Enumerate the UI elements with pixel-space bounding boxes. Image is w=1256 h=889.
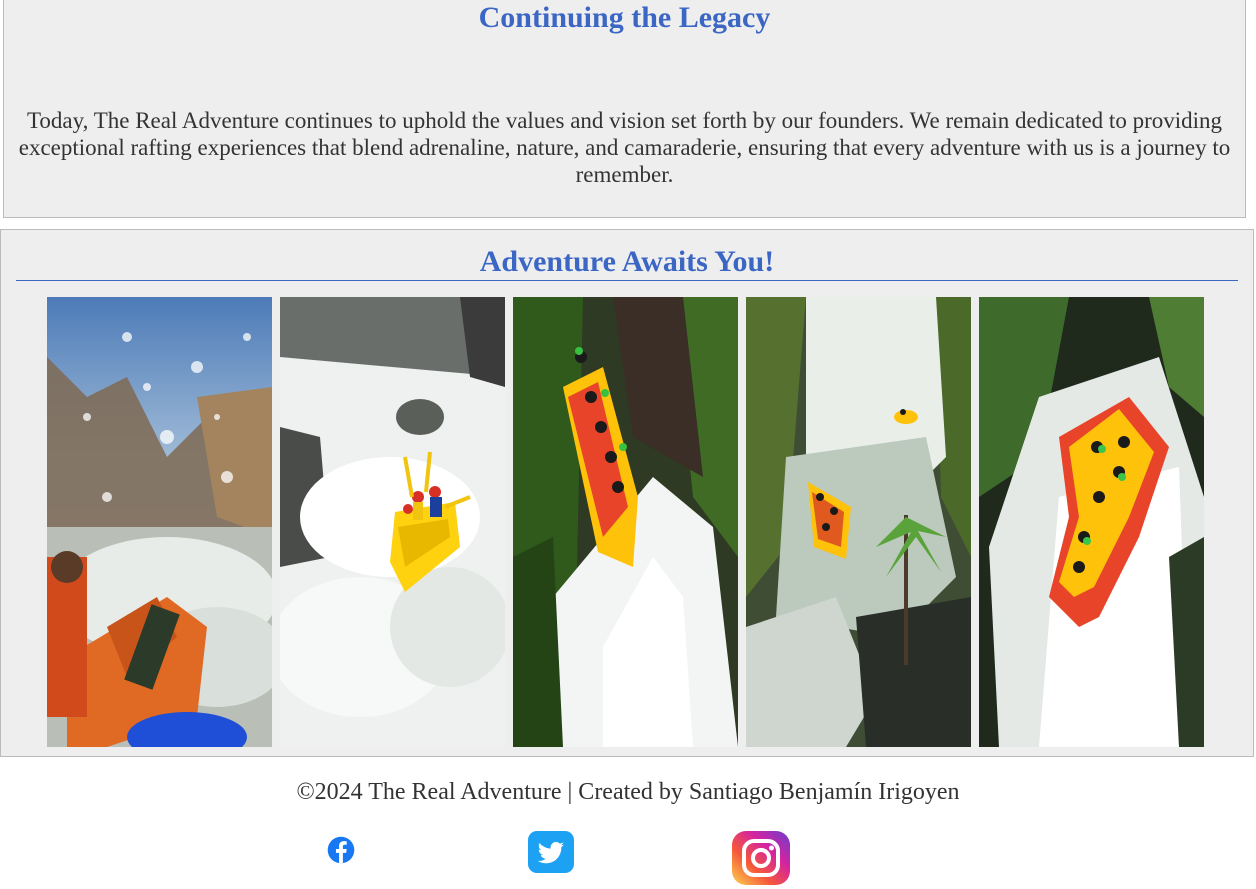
rafting-photo-waterfall-aerial[interactable] [746, 297, 971, 747]
rafting-photo-waterfall-plunge[interactable] [979, 297, 1204, 747]
legacy-text: Today, The Real Adventure continues to u… [18, 108, 1231, 187]
photo-waterfall-plunge-image [979, 297, 1204, 747]
facebook-icon[interactable] [322, 831, 360, 869]
photo-rapids-image [280, 297, 505, 747]
gallery-section: Adventure Awaits You! [0, 229, 1254, 757]
twitter-icon[interactable] [527, 831, 575, 873]
photo-waterfall-drop-image [513, 297, 738, 747]
legacy-title: Continuing the Legacy [478, 1, 771, 34]
instagram-icon[interactable] [731, 831, 791, 885]
site-footer: ©2024 The Real Adventure | Created by Sa… [0, 757, 1256, 889]
rafting-photo-rapids[interactable] [280, 297, 505, 747]
photo-splash-image [47, 297, 272, 747]
gallery-title: Adventure Awaits You! [16, 244, 1238, 281]
legacy-section: Continuing the Legacy Today, The Real Ad… [3, 0, 1246, 218]
photo-waterfall-aerial-image [746, 297, 971, 747]
rafting-photo-waterfall-drop[interactable] [513, 297, 738, 747]
rafting-photo-splash[interactable] [47, 297, 272, 747]
footer-credit: ©2024 The Real Adventure | Created by Sa… [296, 779, 960, 805]
